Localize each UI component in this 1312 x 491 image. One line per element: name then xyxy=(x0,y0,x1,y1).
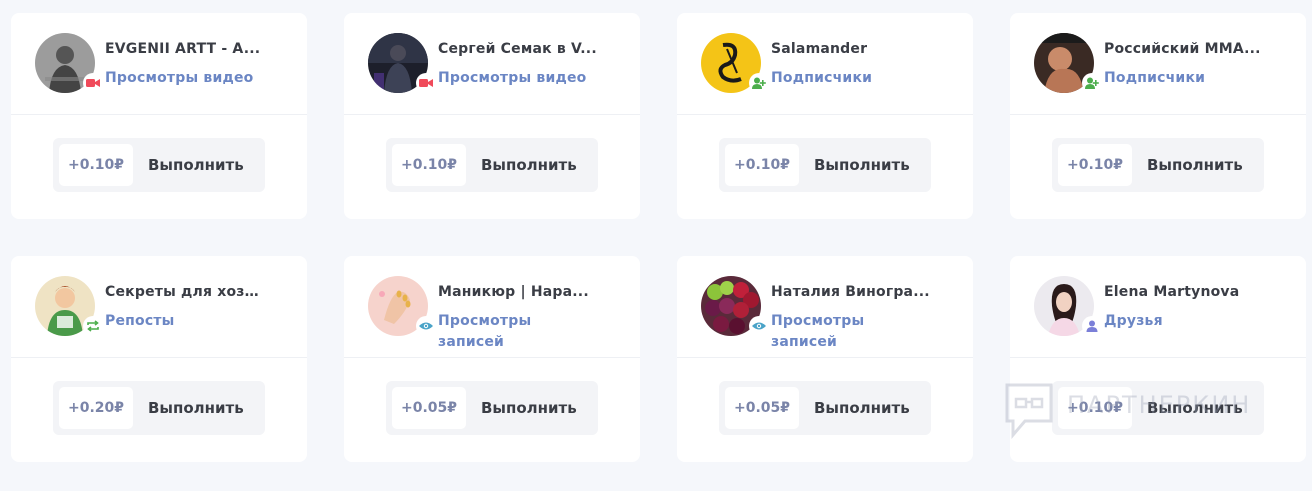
task-action[interactable]: +0.10₽ Выполнить xyxy=(386,138,598,192)
task-title[interactable]: Секреты для хозя... xyxy=(105,284,267,300)
task-reward: +0.05₽ xyxy=(392,387,466,429)
task-reward: +0.10₽ xyxy=(725,144,799,186)
avatar[interactable] xyxy=(368,33,436,93)
task-reward: +0.20₽ xyxy=(59,387,133,429)
task-card-header: Elena Martynova Друзья xyxy=(1010,256,1306,358)
execute-button[interactable]: Выполнить xyxy=(148,138,244,192)
task-card: Сергей Семак в V... Просмотры видео +0.1… xyxy=(344,13,640,219)
execute-button[interactable]: Выполнить xyxy=(481,138,577,192)
task-title[interactable]: Сергей Семак в V... xyxy=(438,41,600,57)
eye-icon xyxy=(749,316,769,336)
task-card: Salamander Подписчики +0.10₽ Выполнить xyxy=(677,13,973,219)
task-card-header: Сергей Семак в V... Просмотры видео xyxy=(344,13,640,115)
task-title[interactable]: Elena Martynova xyxy=(1104,284,1266,300)
task-type: Просмотры видео xyxy=(438,70,587,86)
task-title[interactable]: Salamander xyxy=(771,41,933,57)
task-type: Просмотры записей xyxy=(438,313,532,350)
task-type: Репосты xyxy=(105,313,175,329)
task-reward: +0.05₽ xyxy=(725,387,799,429)
task-card: Наталия Виногра... Просмотры записей +0.… xyxy=(677,256,973,462)
video-camera-icon xyxy=(416,73,436,93)
task-card-header: Salamander Подписчики xyxy=(677,13,973,115)
avatar[interactable] xyxy=(701,33,769,93)
task-card-header: Маникюр | Нара... Просмотры записей xyxy=(344,256,640,358)
task-type: Подписчики xyxy=(1104,70,1206,86)
task-card: Российский MMA... Подписчики +0.10₽ Выпо… xyxy=(1010,13,1306,219)
video-camera-icon xyxy=(83,73,103,93)
execute-button[interactable]: Выполнить xyxy=(814,381,910,435)
task-title[interactable]: Наталия Виногра... xyxy=(771,284,933,300)
avatar[interactable] xyxy=(35,33,103,93)
task-type: Просмотры видео xyxy=(105,70,254,86)
task-title[interactable]: Российский MMA... xyxy=(1104,41,1266,57)
task-card: Elena Martynova Друзья +0.10₽ Выполнить xyxy=(1010,256,1306,462)
avatar[interactable] xyxy=(1034,276,1102,336)
task-card-header: EVGENII ARTT - A... Просмотры видео xyxy=(11,13,307,115)
task-reward: +0.10₽ xyxy=(1058,387,1132,429)
task-grid: EVGENII ARTT - A... Просмотры видео +0.1… xyxy=(0,0,1312,491)
task-action[interactable]: +0.05₽ Выполнить xyxy=(719,381,931,435)
task-action[interactable]: +0.20₽ Выполнить xyxy=(53,381,265,435)
task-card-header: Секреты для хозя... Репосты xyxy=(11,256,307,358)
task-title[interactable]: Маникюр | Нара... xyxy=(438,284,600,300)
task-card: Секреты для хозя... Репосты +0.20₽ Выпол… xyxy=(11,256,307,462)
repost-icon xyxy=(83,316,103,336)
task-reward: +0.10₽ xyxy=(59,144,133,186)
task-action[interactable]: +0.10₽ Выполнить xyxy=(1052,381,1264,435)
task-card: EVGENII ARTT - A... Просмотры видео +0.1… xyxy=(11,13,307,219)
task-action[interactable]: +0.10₽ Выполнить xyxy=(1052,138,1264,192)
execute-button[interactable]: Выполнить xyxy=(1147,381,1243,435)
execute-button[interactable]: Выполнить xyxy=(814,138,910,192)
task-reward: +0.10₽ xyxy=(392,144,466,186)
task-card: Маникюр | Нара... Просмотры записей +0.0… xyxy=(344,256,640,462)
eye-icon xyxy=(416,316,436,336)
task-title[interactable]: EVGENII ARTT - A... xyxy=(105,41,267,57)
task-card-header: Российский MMA... Подписчики xyxy=(1010,13,1306,115)
avatar[interactable] xyxy=(1034,33,1102,93)
avatar[interactable] xyxy=(701,276,769,336)
add-user-icon xyxy=(1082,73,1102,93)
task-reward: +0.10₽ xyxy=(1058,144,1132,186)
add-user-icon xyxy=(749,73,769,93)
avatar[interactable] xyxy=(368,276,436,336)
task-action[interactable]: +0.05₽ Выполнить xyxy=(386,381,598,435)
execute-button[interactable]: Выполнить xyxy=(1147,138,1243,192)
task-type: Просмотры записей xyxy=(771,313,865,350)
task-action[interactable]: +0.10₽ Выполнить xyxy=(53,138,265,192)
avatar[interactable] xyxy=(35,276,103,336)
execute-button[interactable]: Выполнить xyxy=(148,381,244,435)
execute-button[interactable]: Выполнить xyxy=(481,381,577,435)
task-card-header: Наталия Виногра... Просмотры записей xyxy=(677,256,973,358)
task-type: Друзья xyxy=(1104,313,1163,329)
user-icon xyxy=(1082,316,1102,336)
task-action[interactable]: +0.10₽ Выполнить xyxy=(719,138,931,192)
task-type: Подписчики xyxy=(771,70,873,86)
